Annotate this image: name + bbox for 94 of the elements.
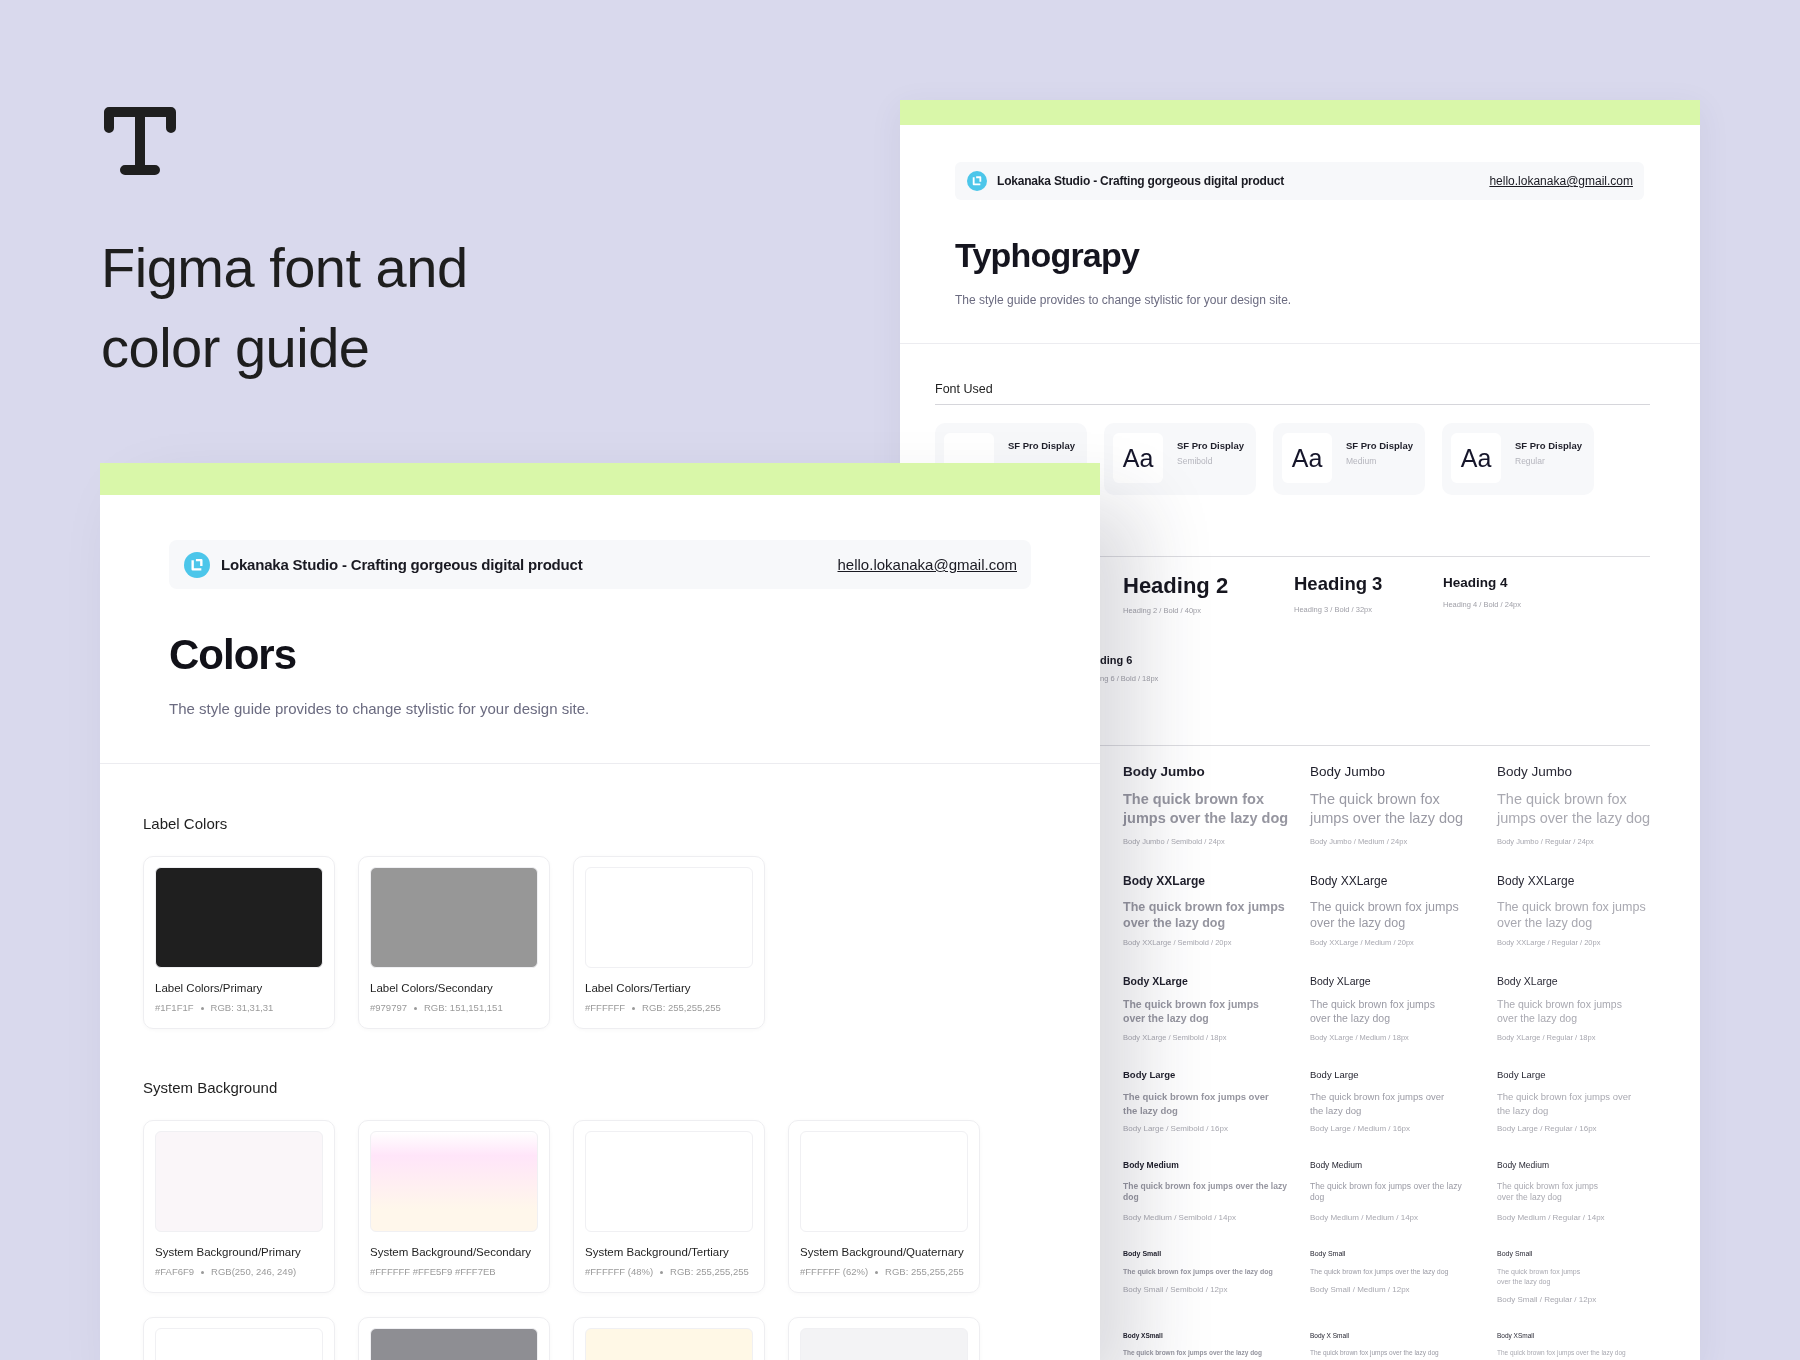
style-name: Body Large [1123,1069,1177,1081]
font-sample: Aa [1460,443,1492,473]
font-sample: Aa [1122,443,1154,473]
section-label: Font Used [935,381,1650,405]
swatch-name: System Background/Quaternary [800,1245,965,1260]
style-name: Body Jumbo [1123,763,1206,781]
sample-text: The quick brown fox jumps over the lazy dog [1123,997,1260,1025]
hex-code: #FAF6F9 [155,1266,195,1278]
separator-dot-icon [875,1270,879,1274]
font-family-name: SF Pro Display [1515,440,1583,452]
rgb-value: RGB: 255,255,255 [642,1002,721,1014]
style-name: Body Medium [1497,1160,1550,1171]
style-name: Body XLarge [1497,974,1559,988]
sample-text: The quick brown fox jumps over the lazy dog [1497,790,1652,828]
style-name: Body Medium [1123,1160,1180,1171]
hex-code: #FFFFFF [585,1002,626,1014]
style-name: Body XXLarge [1310,873,1389,889]
style-name: Body Medium [1310,1160,1363,1171]
style-caption: Body Small / Medium / 12px [1310,1285,1411,1295]
page-title: Colors [169,630,297,680]
font-style-name: Medium [1346,456,1378,467]
sample-text: The quick brown fox jumps over the lazy dog [1310,1090,1446,1118]
font-style-name: Semibold [1177,456,1214,467]
page-title: Typhograpy [955,235,1141,276]
style-caption: Body Small / Regular / 12px [1497,1295,1598,1305]
rgb-value: RGB: 151,151,151 [424,1002,503,1014]
sample-text: The quick brown fox jumps over the lazy dog [1310,790,1465,828]
rgb-value: RGB: 255,255,255 [670,1266,749,1278]
sample-text: The quick brown fox jumps over the lazy dog [1497,997,1623,1025]
sample-text: The quick brown fox jumps over the lazy dog [1310,899,1460,931]
style-caption: Body Medium / Medium / 14px [1310,1213,1420,1223]
sample-text: The quick brown fox jumps over the lazy dog [1497,1090,1633,1118]
sample-text: The quick brown fox jumps over the lazy dog [1123,1090,1270,1118]
style-caption: Body Large / Medium / 16px [1310,1124,1412,1134]
sample-text: The quick brown fox jumps over the lazy dog [1310,1181,1463,1203]
rgb-value: RGB: 255,255,255 [885,1266,964,1278]
font-family-name: SF Pro Display [1346,440,1414,452]
heading-sample: ding 6 [1100,653,1134,667]
separator-dot-icon [414,1006,417,1010]
font-sample: Aa [1291,443,1323,473]
style-caption: Body Small / Semibold / 12px [1123,1285,1229,1295]
sample-text: The quick brown fox jumps over the lazy dog [1123,1181,1288,1203]
swatch-name: Label Colors/Secondary [370,981,494,996]
type-icon [103,106,177,176]
style-name: Body XLarge [1310,974,1372,988]
rgb-value: RGB(250, 246, 249) [211,1266,297,1278]
hex-code: #1F1F1F [155,1002,194,1014]
style-caption: Body Medium / Semibold / 14px [1123,1213,1237,1223]
email-link[interactable]: hello.lokanaka@gmail.com [837,556,1017,573]
style-name: Body XXLarge [1497,873,1576,889]
separator-dot-icon [201,1270,205,1274]
hex-code: #FFFFFF #FFE5F9 #FFF7EB [370,1266,496,1278]
style-name: Body Large [1310,1069,1360,1081]
style-name: Body Jumbo [1310,763,1387,781]
hex-code: #FFFFFF (48%) [585,1266,654,1278]
style-name: Body XLarge [1123,974,1189,988]
heading-sample: Heading 3 [1294,572,1384,596]
rgb-value: RGB: 31,31,31 [210,1002,274,1014]
sample-text: The quick brown fox jumps over the lazy dog [1310,997,1436,1025]
separator-dot-icon [632,1006,636,1010]
swatch-name: System Background/Primary [155,1245,302,1260]
font-style-name: Regular [1515,456,1546,467]
sample-text: The quick brown fox jumps over the lazy dog [1497,1181,1600,1203]
style-name: Body Large [1497,1069,1547,1081]
section-label: Label Colors [143,814,229,834]
hex-code: #979797 [370,1002,407,1014]
swatch-name: Label Colors/Tertiary [585,981,692,996]
heading-sample: Heading 2 [1123,572,1230,600]
page-subtitle: The style guide provides to change stylistic for your design site. [955,292,1293,309]
sample-text: The quick brown fox jumps over the lazy dog [1123,899,1286,931]
swatch-name: System Background/Secondary [370,1245,533,1260]
page-subtitle: The style guide provides to change stylistic for your design site. [169,699,591,719]
style-caption: Body Medium / Regular / 14px [1497,1213,1606,1223]
style-caption: Body Large / Semibold / 16px [1123,1124,1229,1134]
sample-text: The quick brown fox jumps over the lazy dog [1497,899,1647,931]
style-caption: Body Large / Regular / 16px [1497,1124,1598,1134]
font-family-name: SF Pro Display [1008,440,1076,452]
separator-dot-icon [660,1270,664,1274]
email-link[interactable]: hello.lokanaka@gmail.com [1489,174,1633,188]
swatch-name: Label Colors/Primary [155,981,264,996]
style-name: Body XXLarge [1123,873,1207,889]
separator-dot-icon [200,1006,204,1010]
heading-sample: Heading 4 [1443,574,1509,592]
cover-title: Figma font and color guide [101,235,469,381]
studio-tagline: Lokanaka Studio - Crafting gorgeous digital product [221,556,583,573]
hex-code: #FFFFFF (62%) [800,1266,869,1278]
studio-logo-icon [184,551,210,578]
section-label: System Background [143,1078,279,1098]
sample-text: The quick brown fox jumps over the lazy dog [1123,790,1290,828]
style-name: Body Jumbo [1497,763,1574,781]
font-family-name: SF Pro Display [1177,440,1245,452]
studio-logo-icon [967,171,987,191]
studio-tagline: Lokanaka Studio - Crafting gorgeous digital product [997,174,1285,188]
swatch-name: System Background/Tertiary [585,1245,730,1260]
